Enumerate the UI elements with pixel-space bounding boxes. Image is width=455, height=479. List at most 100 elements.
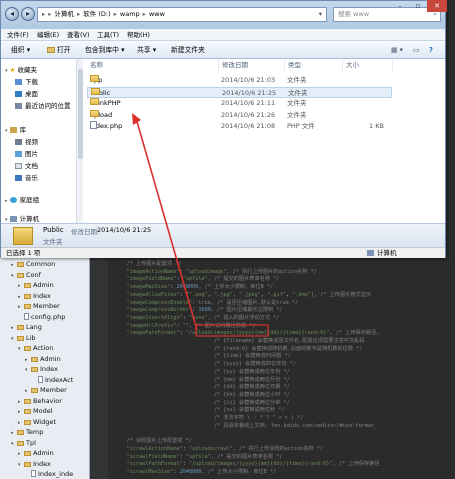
menu-file[interactable]: 文件(F) xyxy=(7,29,29,41)
column-date[interactable]: 修改日期 xyxy=(219,59,285,71)
column-type-label: 类型 xyxy=(288,61,301,69)
nav-favorites[interactable]: ▾ ★ 收藏夹 xyxy=(5,65,37,76)
menu-bar: 文件(F) 编辑(E) 查看(V) 工具(T) 帮助(H) xyxy=(1,29,445,41)
code-token: , /* 提交的图片表单名称 */ xyxy=(207,276,280,283)
line-marker: · xyxy=(92,407,96,414)
organize-button[interactable]: 组织 ▾ xyxy=(11,41,30,59)
tree-item[interactable]: ▸ Member xyxy=(25,385,67,396)
tree-item[interactable]: ▸ Model xyxy=(18,406,53,417)
help-icon[interactable]: ? xyxy=(429,41,433,59)
code-token: "scrawlFieldName" xyxy=(114,453,180,460)
project-tree[interactable]: ▸ Common ▾ Conf ▸ Admin ▸ Index ▸ Member config.ph… xyxy=(0,258,90,479)
back-button[interactable]: ◂ xyxy=(5,7,19,21)
tree-item-label: Common xyxy=(26,260,56,268)
preview-pane-icon[interactable]: ▭ xyxy=(413,41,419,59)
nav-videos[interactable]: 视频 xyxy=(15,137,38,148)
column-size[interactable]: 大小 xyxy=(343,59,393,71)
file-row[interactable]: Public 2014/10/6 21:25 文件夹 xyxy=(87,86,392,98)
file-name-cell: upload xyxy=(90,109,112,121)
folder-icon xyxy=(24,451,31,456)
file-row[interactable]: upload 2014/10/6 21:26 文件夹 xyxy=(87,109,392,121)
computer-icon xyxy=(9,216,17,222)
file-row[interactable]: ThinkPHP 2014/10/6 21:11 文件夹 xyxy=(87,98,392,109)
breadcrumb-separator-icon[interactable]: ▸ xyxy=(48,10,51,18)
line-marker: · xyxy=(92,391,96,398)
folder-icon xyxy=(24,346,31,351)
minimize-icon[interactable]: – xyxy=(391,0,409,12)
breadcrumb-item[interactable]: www xyxy=(149,10,165,18)
open-button[interactable]: 打开 xyxy=(47,41,71,59)
tree-item[interactable]: ▸ Admin xyxy=(18,448,54,459)
tree-item[interactable]: ▾ Conf xyxy=(11,270,41,281)
menu-help[interactable]: 帮助(H) xyxy=(127,29,150,41)
breadcrumb-separator-icon[interactable]: ▸ xyxy=(143,10,146,18)
code-token: ".jpeg" xyxy=(238,291,261,298)
tree-item[interactable]: ▸ Behavior xyxy=(18,396,62,407)
nav-desktop[interactable]: 桌面 xyxy=(15,89,38,100)
file-row[interactable]: index.php 2014/10/6 21:08 PHP 文件 1 KB xyxy=(87,121,392,132)
folder-icon xyxy=(24,461,31,467)
tree-item[interactable]: Index_inde xyxy=(25,469,73,479)
breadcrumb-separator-icon[interactable]: ▸ xyxy=(77,10,80,18)
tree-item[interactable]: ▸ Admin xyxy=(18,280,54,291)
nav-homegroup[interactable]: ▸ 家庭组 xyxy=(5,195,39,206)
include-in-library-button[interactable]: 包含到库中 ▾ xyxy=(85,41,125,59)
nav-libraries[interactable]: ▾ 库 xyxy=(5,125,26,136)
tree-item[interactable]: ▾ Index xyxy=(18,459,51,470)
view-options-icon[interactable]: ▦ ▾ xyxy=(391,41,403,59)
navigation-pane: ▾ ★ 收藏夹 下载 桌面 最近访问的位置 ▾ 库 视频 图片 文档 音乐 ▸ … xyxy=(1,59,83,223)
tree-item[interactable]: IndexAct xyxy=(32,375,73,386)
breadcrumb-item[interactable]: 计算机 xyxy=(55,10,75,18)
code-area[interactable]: /* 上传图片配置项 */ "imageActionName": "upload… xyxy=(108,258,455,479)
nav-pictures[interactable]: 图片 xyxy=(15,149,38,160)
details-date-label: 修改日期: xyxy=(71,228,100,236)
nav-desktop-label: 桌面 xyxy=(25,90,38,98)
tree-item[interactable]: ▸ Common xyxy=(11,259,55,270)
file-row[interactable]: app 2014/10/6 21:03 文件夹 xyxy=(87,75,392,86)
code-line: /* 具请体看线上文档: fex.baidu.com/ueditor/#use-… xyxy=(114,422,377,431)
tree-item[interactable]: ▾ Action xyxy=(18,343,53,354)
file-name-cell: app xyxy=(90,75,102,86)
nav-downloads[interactable]: 下载 xyxy=(15,77,38,88)
menu-edit[interactable]: 编辑(E) xyxy=(37,29,59,41)
menu-view[interactable]: 查看(V) xyxy=(67,29,90,41)
open-icon xyxy=(47,47,55,53)
column-size-label: 大小 xyxy=(346,61,359,69)
tree-item[interactable]: config.php xyxy=(18,312,65,323)
tree-item[interactable]: ▸ Temp xyxy=(11,427,43,438)
address-dropdown-icon[interactable]: ▾ xyxy=(319,8,322,21)
address-bar[interactable]: ▸ ▸ 计算机 ▸ 软件 (D:) ▸ wamp ▸ www ▾ xyxy=(37,7,327,22)
nav-music[interactable]: 音乐 xyxy=(15,173,38,184)
breadcrumb-item[interactable]: wamp xyxy=(120,10,140,18)
picture-icon xyxy=(15,151,22,157)
breadcrumb-item[interactable]: 软件 (D:) xyxy=(83,10,110,18)
column-type[interactable]: 类型 xyxy=(285,59,343,71)
nav-recent[interactable]: 最近访问的位置 xyxy=(15,101,71,112)
close-icon[interactable]: ✕ xyxy=(427,0,447,12)
maximize-icon[interactable]: ▫ xyxy=(409,0,427,12)
nav-scrollbar[interactable] xyxy=(76,59,83,223)
code-token: "imageInsertAlign" xyxy=(114,314,183,321)
share-button[interactable]: 共享 ▾ xyxy=(137,41,156,59)
nav-documents[interactable]: 文档 xyxy=(15,161,38,172)
code-line: "scrawlMaxSize": 2048000, /* 上传大小限制，单位B … xyxy=(114,468,276,477)
recent-places-icon xyxy=(15,103,22,109)
nav-pictures-label: 图片 xyxy=(25,150,38,158)
tree-item[interactable]: ▸ Member xyxy=(18,301,60,312)
forward-button[interactable]: ▸ xyxy=(21,7,35,21)
nav-computer[interactable]: ▾ 计算机 xyxy=(5,214,39,223)
code-token: "imageCompressEnable" xyxy=(114,299,193,306)
tree-item[interactable]: ▸ Index xyxy=(18,291,51,302)
status-selected: 已选择 1 项 xyxy=(6,249,41,257)
tree-item[interactable]: ▾ Index xyxy=(25,364,58,375)
tree-item[interactable]: ▸ Lang xyxy=(11,322,42,333)
tree-item[interactable]: ▸ Widget xyxy=(18,417,56,428)
menu-tools[interactable]: 工具(T) xyxy=(97,29,119,41)
column-name[interactable]: 名称 xyxy=(87,59,219,71)
new-folder-button[interactable]: 新建文件夹 xyxy=(171,41,205,59)
breadcrumb-separator-icon[interactable]: ▸ xyxy=(114,10,117,18)
tree-item[interactable]: ▸ Admin xyxy=(25,354,61,365)
tree-item[interactable]: ▾ Lib xyxy=(11,333,36,344)
php-file-icon xyxy=(24,312,29,320)
tree-item[interactable]: ▾ Tpl xyxy=(11,438,36,449)
